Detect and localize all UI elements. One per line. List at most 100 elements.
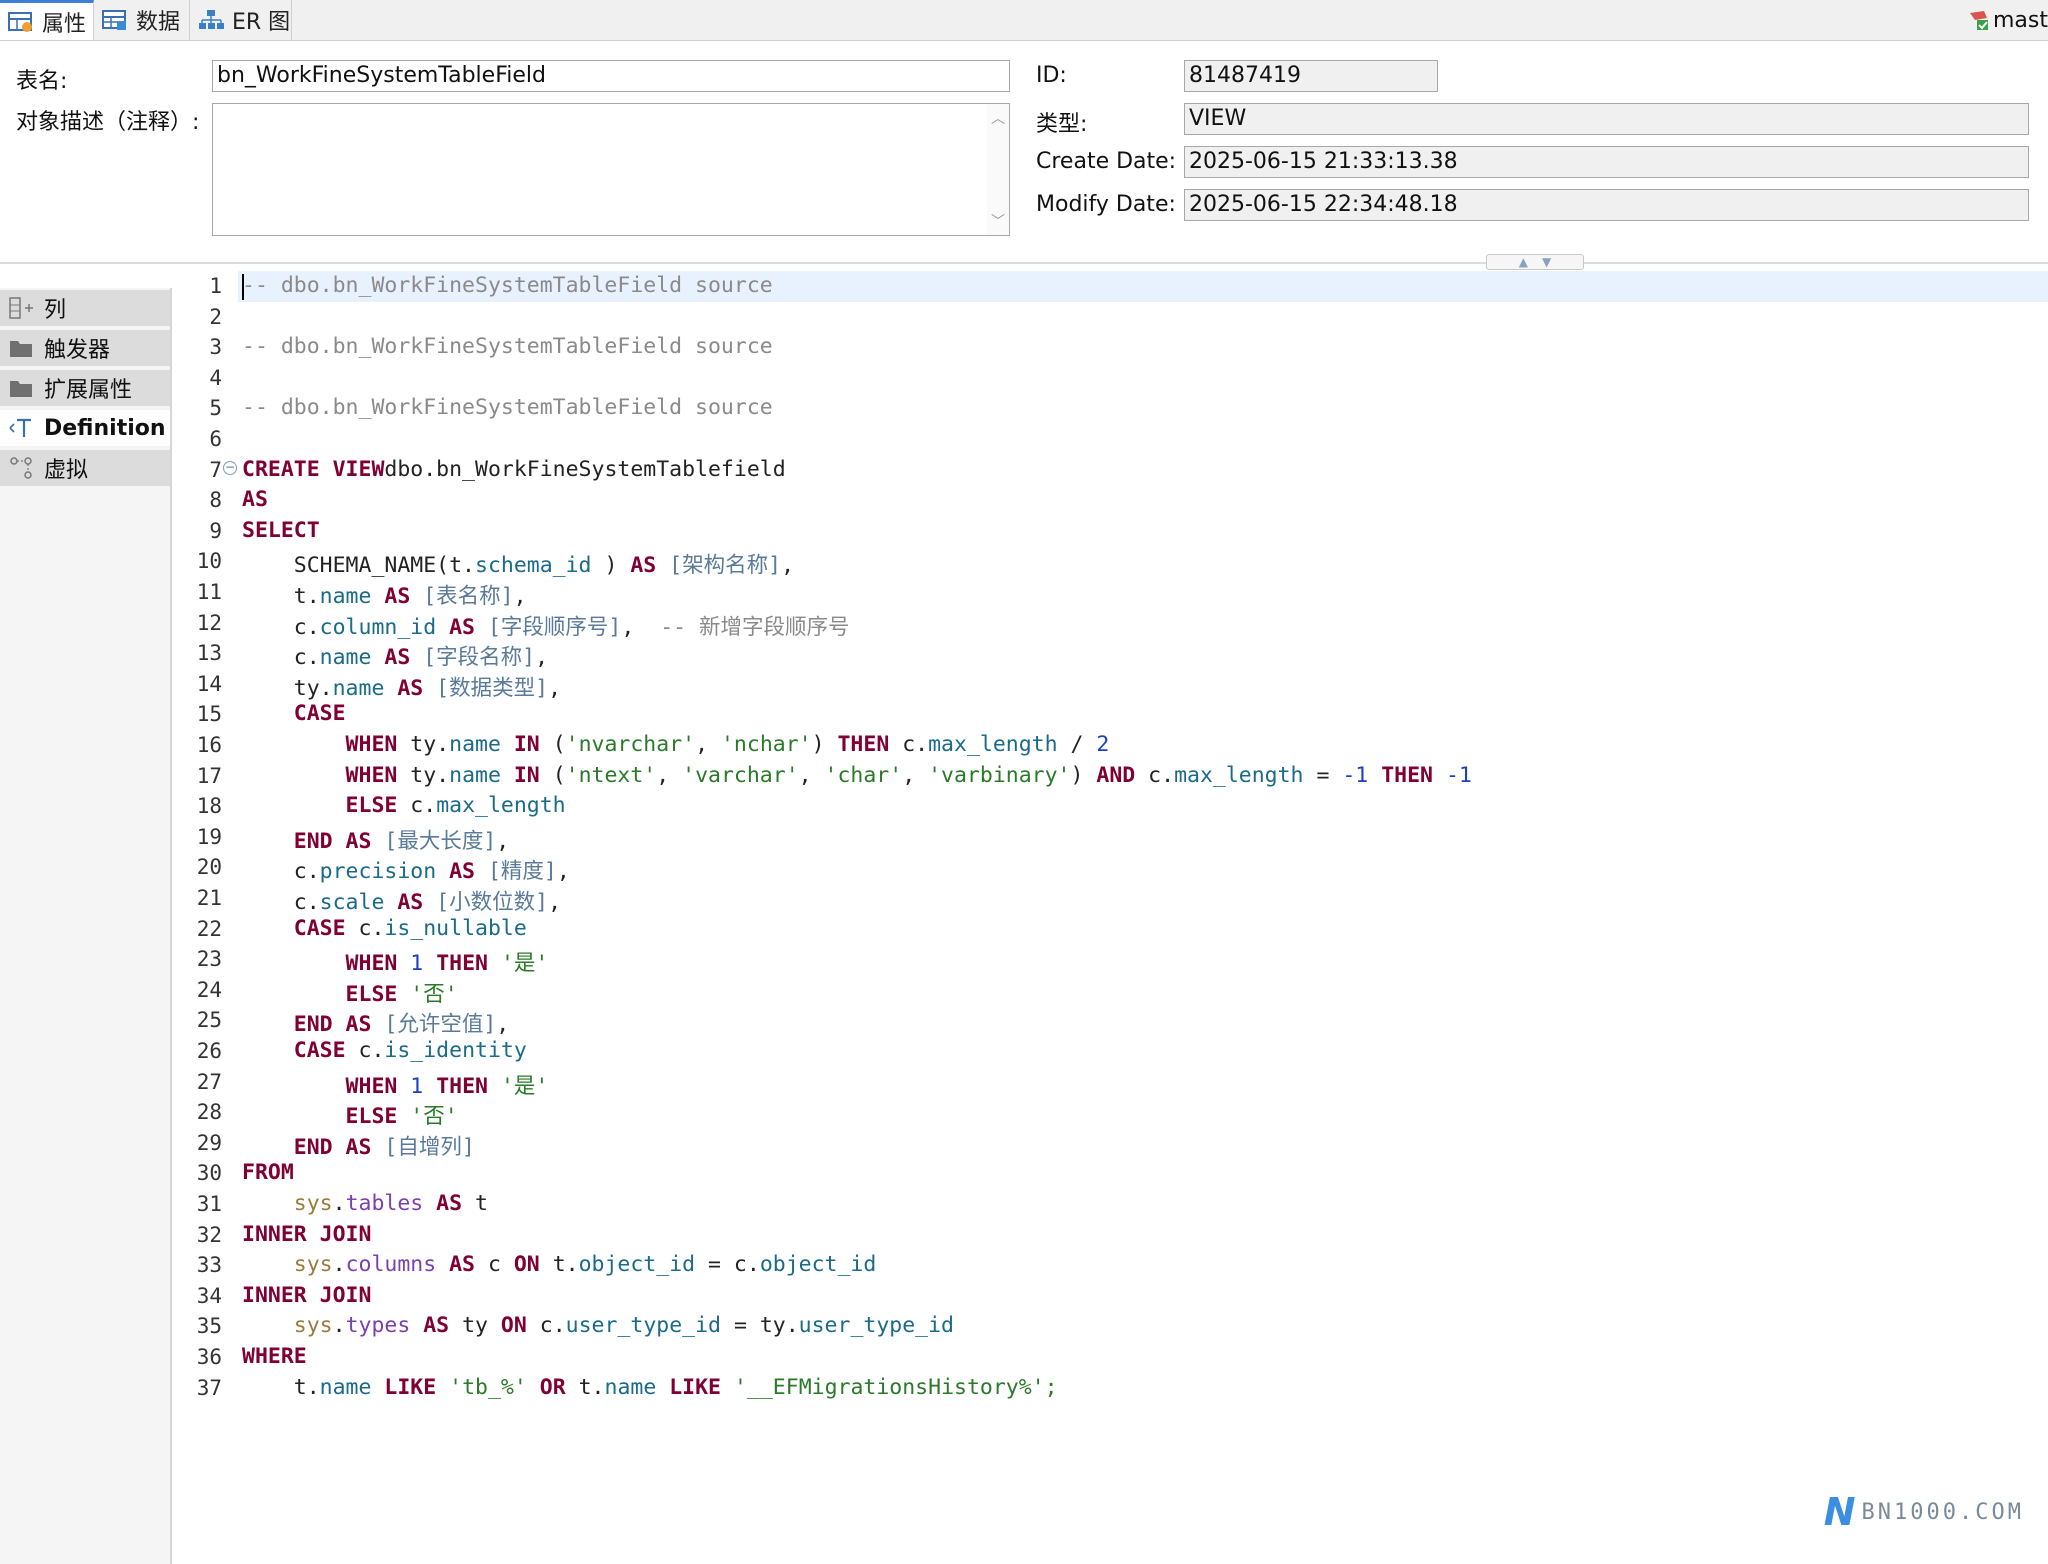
code-token: . [332, 1191, 346, 1216]
table-props-icon [6, 8, 36, 36]
code-token: [数据类型] [423, 675, 549, 701]
code-token: c [475, 1252, 514, 1278]
modify-date-field[interactable]: 2025-06-15 22:34:48.18 [1184, 189, 2029, 221]
code-token: sys [242, 1191, 333, 1216]
code-token: -1 [1342, 762, 1369, 788]
code-token: tables [345, 1191, 424, 1216]
line-number: 1 [209, 274, 222, 298]
code-token: [允许空值] [371, 1012, 497, 1038]
nav-item-triggers[interactable]: 触发器 [0, 330, 170, 368]
nav-label: Definition [44, 415, 166, 441]
line-number: 26 [196, 1039, 222, 1063]
code-token: '是' [500, 951, 549, 977]
nav-item-definition[interactable]: Definition [0, 410, 170, 448]
code-token: END AS [242, 1134, 372, 1160]
line-number: 12 [196, 610, 222, 635]
code-token: ty. [397, 762, 450, 788]
code-token: 'char' [824, 762, 903, 788]
code-token: ELSE [242, 981, 398, 1007]
code-line: ty.name AS [数据类型], [242, 671, 561, 702]
nav-item-extended-properties[interactable]: 扩展属性 [0, 370, 170, 408]
collapse-down-icon[interactable]: ▼ [1542, 255, 1551, 269]
fold-toggle-icon[interactable]: − [223, 461, 237, 475]
line-number: 31 [196, 1192, 222, 1216]
code-token: CREATE VIEW [242, 456, 385, 482]
code-token: name [319, 645, 372, 671]
line-number: 2 [209, 304, 222, 329]
code-token: INNER JOIN [242, 1282, 372, 1308]
code-line: t.name AS [表名称], [242, 579, 527, 610]
code-line: c.name AS [字段名称], [242, 640, 548, 671]
code-token: 'varbinary' [928, 762, 1071, 788]
code-token: AS [436, 859, 476, 885]
code-token: WHEN [242, 762, 398, 788]
line-number: 6 [209, 427, 222, 451]
code-token: [精度] [475, 859, 557, 885]
code-line: SCHEMA_NAME(t.schema_id ) AS [架构名称], [242, 548, 794, 579]
code-line: FROM [242, 1160, 294, 1185]
code-token: LIKE [656, 1374, 722, 1400]
tab-er-diagram[interactable]: ER 图 [190, 0, 292, 40]
virtual-relation-icon [6, 453, 36, 483]
nav-item-columns[interactable]: 列 [0, 290, 170, 328]
code-token: c. [242, 645, 320, 671]
code-token: AS [436, 614, 476, 640]
code-token: 2 [1096, 732, 1110, 757]
splitter-handle[interactable]: ▲ ▼ [1486, 254, 1584, 270]
code-token: LIKE [371, 1374, 437, 1400]
definition-icon [6, 413, 36, 443]
code-token: AS [630, 553, 657, 579]
tab-properties[interactable]: 属性 [0, 0, 94, 40]
left-nav: 列 触发器 扩展属性 Definition 虚拟 [0, 288, 172, 1564]
line-number: 24 [196, 977, 222, 1002]
line-number: 10 [196, 549, 222, 574]
scroll-up-icon[interactable]: ︿ [991, 108, 1005, 128]
code-token: t [462, 1191, 488, 1216]
connection-indicator[interactable]: mast [1965, 4, 2048, 36]
panel-splitter[interactable] [0, 262, 2048, 264]
code-token: object_id [578, 1252, 696, 1278]
line-number: 22 [196, 916, 222, 941]
code-line: sys.types AS ty ON c.user_type_id = ty.u… [242, 1313, 954, 1338]
scroll-down-icon[interactable]: ﹀ [991, 211, 1005, 231]
code-line: c.precision AS [精度], [242, 854, 570, 885]
columns-icon [6, 293, 36, 323]
table-name-label: 表名: [16, 69, 68, 94]
collapse-up-icon[interactable]: ▲ [1519, 255, 1528, 269]
code-token: , [781, 553, 795, 579]
nav-item-virtual[interactable]: 虚拟 [0, 450, 170, 488]
code-token: = c. [695, 1252, 760, 1278]
watermark-text: BN1000.COM [1861, 1499, 2024, 1525]
table-name-field[interactable]: bn_WorkFineSystemTableField [212, 60, 1010, 92]
type-field[interactable]: VIEW [1184, 103, 2029, 135]
description-scrollbar[interactable]: ︿ ﹀ [987, 104, 1009, 235]
description-textarea[interactable]: ︿ ﹀ [212, 103, 1010, 236]
tab-data[interactable]: 数据 [94, 0, 190, 40]
code-token: is_nullable [384, 915, 527, 941]
code-token: -- dbo.bn_WorkFineSystemTableField sourc… [242, 273, 773, 298]
code-token: [自增列] [371, 1134, 475, 1160]
folder-icon [6, 333, 36, 363]
line-number: 13 [196, 641, 222, 666]
line-number: 8 [209, 488, 222, 513]
code-token: ty. [397, 732, 450, 757]
id-field[interactable]: 81487419 [1184, 60, 1438, 92]
code-token: '否' [410, 981, 458, 1007]
code-token: = [1303, 762, 1343, 788]
code-token: END AS [242, 828, 372, 854]
line-number: 36 [196, 1345, 222, 1369]
code-token: types [345, 1313, 411, 1339]
code-token: CASE [242, 915, 346, 941]
tab-label: ER 图 [232, 10, 291, 35]
code-token: , [695, 732, 721, 757]
line-number: 37 [196, 1375, 222, 1400]
code-token: [小数位数] [423, 890, 549, 915]
code-token: AS [371, 584, 411, 609]
code-token: sys [242, 1313, 333, 1339]
create-date-field[interactable]: 2025-06-15 21:33:13.38 [1184, 146, 2029, 178]
line-number: 14 [196, 671, 222, 696]
code-token: SELECT [242, 517, 320, 543]
line-number: 9 [209, 518, 222, 543]
